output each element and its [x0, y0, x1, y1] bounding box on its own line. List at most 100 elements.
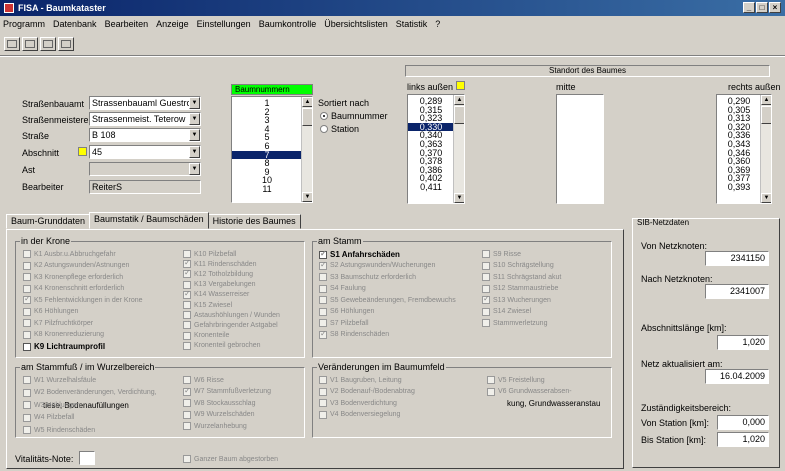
krone-checkbox[interactable]: K10 Pilzbefall	[183, 250, 236, 258]
stamm-checkbox[interactable]: S1 Anfahrschäden	[319, 249, 400, 259]
stamm-checkbox[interactable]: S14 Zwiesel	[482, 307, 531, 316]
links-scrollbar[interactable]: ▲ ▼	[453, 95, 464, 203]
stamm-checkbox[interactable]: Stammverletzung	[482, 319, 547, 327]
strassenbauamt-select[interactable]: Strassenbauaml Guestrow ▼	[89, 96, 201, 110]
umfeld-checkbox[interactable]: V1 Baugruben, Leitung	[319, 376, 402, 384]
sort-station-radio[interactable]: Station	[320, 124, 359, 134]
stammfuss-checkbox[interactable]: W3 Höhlungen	[23, 401, 80, 409]
rechts-list[interactable]: 0,290 0,305 0,313 0,320 0,336 0,343 0,346 0,360…	[716, 94, 772, 204]
tab-baum-grunddaten[interactable]: Baum-Grunddaten	[6, 214, 91, 229]
chevron-down-icon[interactable]: ▼	[189, 113, 200, 125]
krone-checkbox[interactable]: K9 Lichtraumprofil	[23, 342, 105, 351]
rechts-value-item[interactable]: 0,393	[717, 183, 761, 192]
krone-checkbox[interactable]: Gefahrbringender Astgabel	[183, 321, 278, 330]
scroll-down-icon[interactable]: ▼	[302, 192, 312, 202]
stamm-checkbox[interactable]: S6 Höhlungen	[319, 307, 374, 316]
stammfuss-checkbox[interactable]: W6 Risse	[183, 376, 224, 384]
krone-checkbox[interactable]: Kronenteile	[183, 331, 229, 340]
chevron-down-icon[interactable]: ▼	[189, 97, 200, 109]
toolbar-list-icon[interactable]	[4, 37, 20, 51]
menu-item[interactable]: Statistik	[396, 19, 428, 29]
scroll-down-icon[interactable]: ▼	[454, 193, 464, 203]
chevron-down-icon[interactable]: ▼	[189, 129, 200, 141]
umfeld-checkbox[interactable]: V4 Bodenversiegelung	[319, 410, 400, 419]
baumnummern-list[interactable]: 1 2 3 4 5 6 7 8 9 10 11 ▲ ▼	[231, 96, 313, 203]
menu-item[interactable]: ?	[435, 19, 440, 29]
krone-checkbox[interactable]: K2 Astungswunden/Astnungen	[23, 261, 129, 270]
krone-checkbox[interactable]: Kronenteil gebrochen	[183, 341, 261, 350]
krone-checkbox[interactable]: K13 Vergabelungen	[183, 280, 256, 289]
stammfuss-checkbox[interactable]: W8 Stockausschlag	[183, 399, 255, 407]
close-button[interactable]: ×	[769, 2, 781, 13]
scroll-up-icon[interactable]: ▲	[302, 97, 312, 107]
toolbar-grid-icon[interactable]	[22, 37, 38, 51]
stammfuss-checkbox[interactable]: W2 Bodenveränderungen, Verdichtung,	[23, 388, 157, 397]
scroll-up-icon[interactable]: ▲	[454, 95, 464, 105]
krone-checkbox[interactable]: K5 Fehlentwicklungen in der Krone	[23, 294, 143, 304]
krone-checkbox[interactable]: K4 Kronenschnitt erforderlich	[23, 284, 124, 293]
stamm-checkbox[interactable]: S12 Stammaustriebe	[482, 284, 558, 293]
tab-baumstatik[interactable]: Baumstatik / Baumschäden	[89, 212, 209, 229]
stamm-checkbox[interactable]: S13 Wucherungen	[482, 294, 551, 304]
menu-item[interactable]: Datenbank	[53, 19, 97, 29]
toolbar-form-icon[interactable]	[58, 37, 74, 51]
krone-checkbox[interactable]: K12 Totholzbildung	[183, 268, 253, 279]
menu-item[interactable]: Bearbeiten	[105, 19, 149, 29]
krone-checkbox[interactable]: Astaushöhlungen / Wunden	[183, 311, 280, 320]
stamm-checkbox[interactable]: S8 Rindenschäden	[319, 329, 389, 339]
strasse-select[interactable]: B 108 ▼	[89, 128, 201, 142]
stamm-checkbox[interactable]: S4 Faulung	[319, 284, 366, 293]
mitte-list[interactable]	[556, 94, 604, 204]
stammfuss-checkbox[interactable]: W5 Rindenschäden	[23, 426, 95, 434]
stamm-checkbox[interactable]: S5 Gewebeänderungen, Fremdbewuchs	[319, 296, 456, 304]
ganzer-baum-checkbox[interactable]: Ganzer Baum abgestorben	[183, 455, 278, 463]
chevron-down-icon[interactable]: ▼	[189, 163, 200, 175]
minimize-button[interactable]: _	[743, 2, 755, 13]
menu-item[interactable]: Anzeige	[156, 19, 189, 29]
krone-checkbox[interactable]: K1 Ausbr.u.Abbruchgefahr	[23, 250, 116, 258]
umfeld-checkbox[interactable]: V3 Bodenverdichtung	[319, 399, 397, 407]
menu-item[interactable]: Übersichtslisten	[324, 19, 388, 29]
stammfuss-checkbox[interactable]: W1 Wurzelhalsfäule	[23, 376, 96, 384]
toolbar-table-icon[interactable]	[40, 37, 56, 51]
stammfuss-checkbox[interactable]: Wurzelanhebung	[183, 422, 247, 430]
scroll-up-icon[interactable]: ▲	[761, 95, 771, 105]
umfeld-checkbox[interactable]: V2 Bodenauf-/Bodenabtrag	[319, 387, 415, 396]
nach-netzknoten-label: Nach Netzknoten:	[641, 274, 713, 284]
tab-historie[interactable]: Historie des Baumes	[207, 214, 301, 229]
krone-checkbox[interactable]: K6 Höhlungen	[23, 307, 78, 316]
scroll-down-icon[interactable]: ▼	[761, 193, 771, 203]
krone-checkbox[interactable]: K15 Zwiesel	[183, 301, 232, 309]
strassenmeisterei-select[interactable]: Strassenmeist. Teterow ▼	[89, 112, 201, 126]
umfeld-checkbox[interactable]: V6 Grundwasserabsen-	[487, 387, 572, 396]
links-list[interactable]: 0,289 0,315 0,323 0,330 0,340 0,363 0,370 0,378…	[407, 94, 465, 204]
baumnummern-scrollbar[interactable]: ▲ ▼	[301, 97, 312, 202]
sort-baumnummer-radio[interactable]: Baumnummer	[320, 111, 388, 121]
krone-checkbox[interactable]: K3 Kronenpflege erforderlich	[23, 273, 123, 281]
stamm-checkbox[interactable]: S3 Baumschutz erforderlich	[319, 273, 416, 281]
menu-item[interactable]: Programm	[3, 19, 45, 29]
krone-checkbox[interactable]: K14 Wasserreiser	[183, 289, 249, 299]
umfeld-checkbox[interactable]: V5 Freistellung	[487, 376, 545, 384]
menu-item[interactable]: Einstellungen	[197, 19, 251, 29]
menu-item[interactable]: Baumkontrolle	[259, 19, 317, 29]
stamm-checkbox[interactable]: S2 Astungswunden/Wucherungen	[319, 260, 435, 270]
maximize-button[interactable]: □	[756, 2, 768, 13]
chevron-down-icon[interactable]: ▼	[189, 146, 200, 158]
stamm-checkbox[interactable]: S7 Pilzbefall	[319, 319, 369, 327]
krone-checkbox[interactable]: K8 Kronenreduzierung	[23, 330, 104, 339]
krone-checkbox[interactable]: K7 Pilzfruchtkörper	[23, 319, 93, 327]
links-value-item[interactable]: 0,411	[408, 183, 454, 192]
stammfuss-checkbox[interactable]: W7 Stammfußverletzung	[183, 386, 271, 396]
vitalitaet-input[interactable]	[79, 451, 95, 465]
stamm-checkbox[interactable]: S10 Schrägstellung	[482, 261, 554, 270]
baumnummer-item[interactable]: 11	[232, 185, 302, 194]
stammfuss-checkbox[interactable]: W4 Pilzbefall	[23, 413, 74, 422]
krone-checkbox[interactable]: K11 Rindenschäden	[183, 258, 257, 269]
stammfuss-checkbox[interactable]: W9 Wurzelschäden	[183, 410, 255, 419]
ast-select[interactable]: ▼	[89, 162, 201, 176]
abschnitt-select[interactable]: 45 ▼	[89, 145, 201, 159]
stamm-checkbox[interactable]: S9 Risse	[482, 250, 521, 258]
stamm-checkbox[interactable]: S11 Schrägstand akut	[482, 273, 561, 281]
rechts-scrollbar[interactable]: ▲ ▼	[760, 95, 771, 203]
